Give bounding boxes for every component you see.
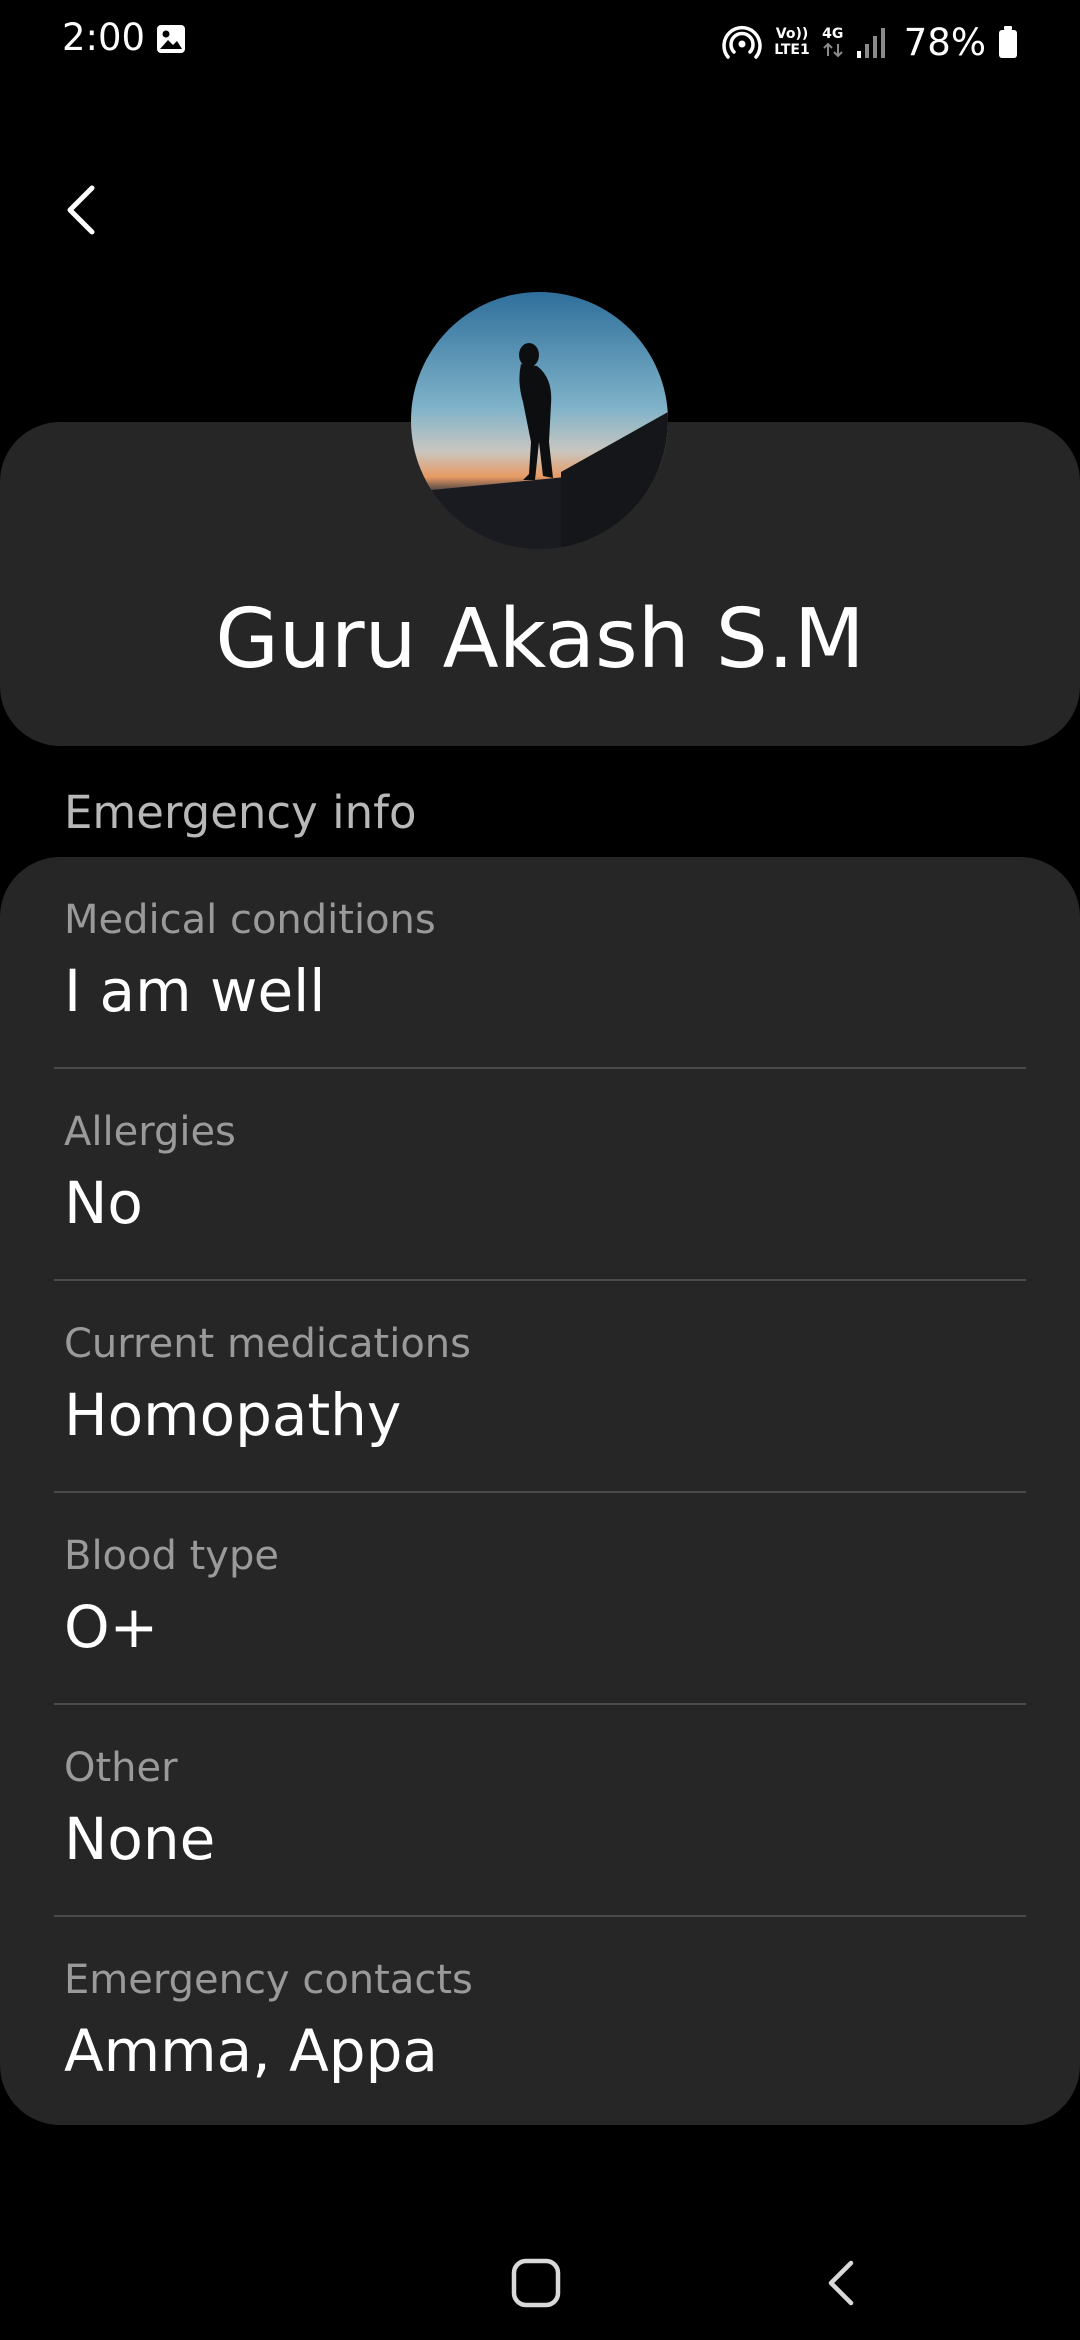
section-title-emergency-info: Emergency info bbox=[64, 786, 417, 839]
row-label: Blood type bbox=[64, 1533, 279, 1579]
emergency-info-card: Medical conditions I am well Allergies N… bbox=[0, 857, 1080, 2125]
row-label: Medical conditions bbox=[64, 897, 436, 943]
info-row-allergies[interactable]: Allergies No bbox=[0, 1069, 1080, 1280]
row-label: Current medications bbox=[64, 1321, 471, 1367]
status-bar: 2:00 Vo)) LTE1 4G 78% bbox=[0, 0, 1080, 84]
row-value: None bbox=[64, 1805, 216, 1873]
row-value: Homopathy bbox=[64, 1381, 402, 1449]
home-button[interactable] bbox=[508, 2255, 564, 2311]
gallery-icon bbox=[156, 24, 186, 54]
home-square-icon bbox=[511, 2258, 561, 2308]
volte-icon: Vo)) LTE1 bbox=[774, 26, 809, 58]
volte-label-top: Vo)) bbox=[775, 26, 809, 42]
network-type-label: 4G bbox=[822, 26, 844, 42]
row-label: Emergency contacts bbox=[64, 1957, 473, 2003]
avatar[interactable] bbox=[411, 292, 668, 549]
signal-icon bbox=[856, 25, 886, 59]
row-value: O+ bbox=[64, 1593, 159, 1661]
nav-back-button[interactable] bbox=[815, 2255, 871, 2311]
row-value: I am well bbox=[64, 957, 326, 1025]
status-time: 2:00 bbox=[62, 16, 146, 59]
row-value: Amma, Appa bbox=[64, 2017, 438, 2085]
back-button[interactable] bbox=[50, 170, 110, 250]
battery-icon bbox=[998, 25, 1018, 59]
row-label: Other bbox=[64, 1745, 178, 1791]
battery-percent: 78% bbox=[903, 20, 986, 64]
info-row-current-medications[interactable]: Current medications Homopathy bbox=[0, 1281, 1080, 1492]
info-row-other[interactable]: Other None bbox=[0, 1705, 1080, 1916]
status-icons: Vo)) LTE1 4G 78% bbox=[722, 16, 1018, 68]
network-4g-icon: 4G bbox=[822, 26, 844, 58]
info-row-blood-type[interactable]: Blood type O+ bbox=[0, 1493, 1080, 1704]
avatar-photo bbox=[411, 292, 668, 549]
row-value: No bbox=[64, 1169, 143, 1237]
chevron-left-icon bbox=[67, 185, 95, 235]
nav-back-icon bbox=[828, 2260, 854, 2306]
info-row-medical-conditions[interactable]: Medical conditions I am well bbox=[0, 857, 1080, 1068]
navigation-bar bbox=[0, 2220, 1080, 2340]
volte-label-bottom: LTE1 bbox=[774, 42, 810, 58]
info-row-emergency-contacts[interactable]: Emergency contacts Amma, Appa bbox=[0, 1917, 1080, 2125]
hotspot-icon bbox=[722, 22, 762, 62]
row-label: Allergies bbox=[64, 1109, 236, 1155]
profile-name: Guru Akash S.M bbox=[215, 592, 865, 687]
